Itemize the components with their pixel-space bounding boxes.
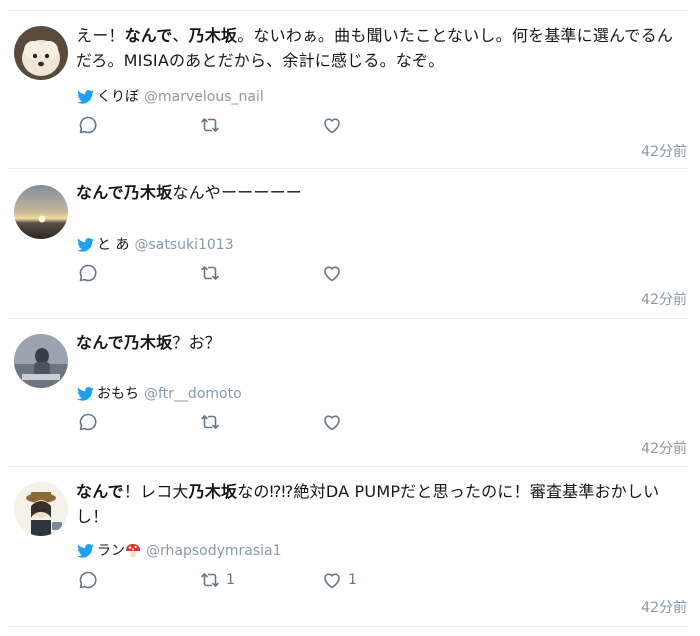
avatar[interactable] <box>14 26 68 80</box>
twitter-bird-icon <box>77 387 94 401</box>
display-name: くりぼ <box>97 89 139 105</box>
like-button[interactable] <box>322 262 348 284</box>
mushroom-icon <box>126 544 140 557</box>
heart-icon <box>324 118 340 134</box>
avatar[interactable] <box>14 185 68 239</box>
tweet-item[interactable]: なんで乃木坂？お？ おもち @ftr__domoto 42分前 <box>0 318 700 466</box>
retweet-button[interactable] <box>200 114 226 136</box>
tweet-text-segment: ！レコ大 <box>123 482 189 501</box>
tweet-text-segment: 、 <box>172 26 189 45</box>
tweet-actions <box>78 262 378 284</box>
retweet-button[interactable] <box>200 411 226 433</box>
retweet-button[interactable] <box>200 262 226 284</box>
separator <box>8 626 688 627</box>
tweet-actions <box>78 411 378 433</box>
display-name: ラン <box>97 543 125 559</box>
tweet-text: なんで乃木坂なんやーーーーー <box>76 180 688 205</box>
heart-icon <box>324 415 340 431</box>
tweet-timestamp[interactable]: 42分前 <box>641 143 687 161</box>
tweet-text-segment: えー！ <box>76 26 125 45</box>
tweet-user[interactable]: くりぼ @marvelous_nail <box>77 88 264 106</box>
retweet-icon <box>201 415 219 429</box>
reply-icon <box>79 571 97 589</box>
like-count: 1 <box>348 572 357 588</box>
tweet-feed: えー！なんで、乃木坂。ないわぁ。曲も聞いたことないし。何を基準に選んでるんだろ。… <box>0 0 700 636</box>
tweet-user[interactable]: ラン @rhapsodymrasia1 <box>77 542 282 560</box>
retweet-icon <box>201 266 219 280</box>
tweet-timestamp[interactable]: 42分前 <box>641 599 687 617</box>
user-handle[interactable]: @ftr__domoto <box>144 385 242 403</box>
reply-button[interactable] <box>78 411 104 433</box>
tweet-text-segment: ？お？ <box>172 333 222 352</box>
avatar[interactable] <box>14 334 68 388</box>
tweet-text: なんで！レコ大乃木坂なの⁉︎⁉︎絶対DA PUMPだと思ったのに！審査基準おかし… <box>76 479 688 529</box>
tweet-timestamp[interactable]: 42分前 <box>641 291 687 309</box>
user-handle[interactable]: @marvelous_nail <box>144 88 264 106</box>
tweet-text-highlight: なんで乃木坂 <box>76 183 173 202</box>
display-name: と あ <box>97 237 130 253</box>
reply-button[interactable] <box>78 569 104 591</box>
tweet-actions: 1 1 <box>78 569 378 591</box>
tweet-user[interactable]: おもち @ftr__domoto <box>77 385 242 403</box>
display-name: おもち <box>97 386 139 402</box>
twitter-bird-icon <box>77 238 94 252</box>
tweet-text-highlight: 乃木坂 <box>188 26 238 45</box>
tweet-item[interactable]: なんで！レコ大乃木坂なの⁉︎⁉︎絶対DA PUMPだと思ったのに！審査基準おかし… <box>0 466 700 626</box>
retweet-icon <box>201 573 219 587</box>
tweet-text-highlight: なんで <box>124 26 173 45</box>
heart-icon <box>324 266 340 282</box>
tweet-item[interactable]: えー！なんで、乃木坂。ないわぁ。曲も聞いたことないし。何を基準に選んでるんだろ。… <box>0 10 700 168</box>
retweet-icon <box>201 118 219 132</box>
retweet-count: 1 <box>226 572 235 588</box>
user-handle[interactable]: @satsuki1013 <box>134 236 233 254</box>
like-button[interactable]: 1 <box>322 569 357 591</box>
like-button[interactable] <box>322 411 348 433</box>
reply-icon <box>79 413 97 431</box>
tweet-text-highlight: 乃木坂 <box>188 482 238 501</box>
like-button[interactable] <box>322 114 348 136</box>
reply-icon <box>79 116 97 134</box>
tweet-item[interactable]: なんで乃木坂なんやーーーーー と あ @satsuki1013 42分前 <box>0 168 700 318</box>
user-handle[interactable]: @rhapsodymrasia1 <box>146 542 282 560</box>
reply-button[interactable] <box>78 114 104 136</box>
tweet-text-highlight: なんで <box>76 482 124 501</box>
twitter-bird-icon <box>77 90 94 104</box>
heart-icon <box>324 573 340 589</box>
avatar[interactable] <box>14 482 68 536</box>
reply-button[interactable] <box>78 262 104 284</box>
tweet-text: えー！なんで、乃木坂。ないわぁ。曲も聞いたことないし。何を基準に選んでるんだろ。… <box>76 23 688 73</box>
twitter-bird-icon <box>77 544 94 558</box>
tweet-actions <box>78 114 378 136</box>
tweet-user[interactable]: と あ @satsuki1013 <box>77 236 234 254</box>
reply-icon <box>79 264 97 282</box>
tweet-text-segment: なんやーーーーー <box>172 183 303 202</box>
tweet-text-highlight: なんで乃木坂 <box>76 333 173 352</box>
tweet-timestamp[interactable]: 42分前 <box>641 440 687 458</box>
retweet-button[interactable]: 1 <box>200 569 235 591</box>
tweet-text: なんで乃木坂？お？ <box>76 330 688 355</box>
